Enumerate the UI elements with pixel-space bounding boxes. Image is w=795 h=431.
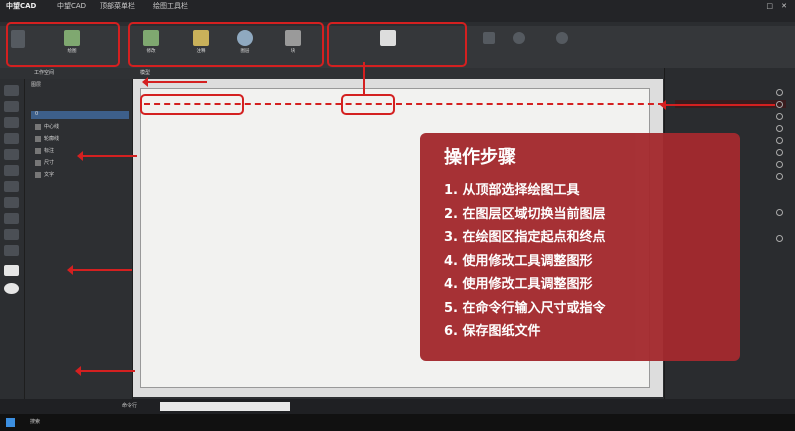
tool-copy[interactable]: [4, 283, 19, 294]
layer-item[interactable]: 中心线: [35, 123, 59, 130]
tool-hatch[interactable]: [4, 165, 19, 176]
steps-list: 1. 从顶部选择绘图工具 2. 在图层区域切换当前图层 3. 在绘图区指定起点和…: [444, 179, 606, 344]
toggle-icon[interactable]: [776, 113, 783, 120]
step-item: 2. 在图层区域切换当前图层: [444, 206, 606, 222]
layer-icon: [35, 159, 41, 166]
toggle-icon[interactable]: [776, 101, 783, 108]
toggle-icon[interactable]: [776, 149, 783, 156]
layer-panel: 图层 0 中心线 轮廓线 标注 尺寸 文字: [25, 79, 133, 399]
tool-circle[interactable]: [4, 117, 19, 128]
title-bar: 中望CAD 中望CAD 顶部菜单栏 绘图工具栏 ✕ □: [0, 0, 795, 13]
layer-item[interactable]: 文字: [35, 171, 54, 178]
step-item: 4. 使用修改工具调整图形: [444, 277, 593, 292]
tool-rectangle[interactable]: [4, 149, 19, 160]
maximize-icon[interactable]: □: [766, 0, 773, 13]
steps-panel: 操作步骤 1. 从顶部选择绘图工具 2. 在图层区域切换当前图层 3. 在绘图区…: [420, 133, 740, 361]
tool-arc[interactable]: [4, 133, 19, 144]
left-toolbar: [0, 79, 25, 399]
layer-icon: [35, 123, 41, 130]
toggle-icon[interactable]: [776, 235, 783, 242]
app-tab-2[interactable]: 顶部菜单栏: [100, 0, 135, 13]
arrow-left-top: [77, 151, 137, 161]
property-row[interactable]: [675, 112, 786, 120]
layer-icon: [35, 171, 41, 178]
settings-button[interactable]: [512, 32, 526, 46]
app-tab-3[interactable]: 绘图工具栏: [153, 0, 188, 13]
app-logo: 中望CAD: [6, 2, 37, 10]
toggle-icon[interactable]: [776, 209, 783, 216]
taskbar: 搜索: [0, 414, 795, 431]
printer-icon: [483, 32, 495, 44]
command-input[interactable]: [160, 402, 290, 411]
guide-dashed-line: [144, 103, 664, 105]
highlight-box-draw-tools: [128, 22, 324, 67]
tool-erase[interactable]: [4, 245, 19, 256]
start-icon[interactable]: [6, 418, 15, 427]
toggle-icon[interactable]: [776, 173, 783, 180]
app-tab-1[interactable]: 中望CAD: [57, 0, 86, 13]
close-icon[interactable]: ✕: [781, 0, 787, 13]
layer-icon: [35, 135, 41, 142]
layer-item[interactable]: 轮廓线: [35, 135, 59, 142]
menu-bar: [0, 13, 795, 22]
step-item: 5. 在命令行输入尺寸或指令: [444, 300, 606, 316]
toggle-icon[interactable]: [776, 137, 783, 144]
layer-item[interactable]: 尺寸: [35, 159, 54, 166]
arrow-right-panel: [660, 100, 775, 110]
command-label: 命令行: [122, 403, 138, 409]
tool-polyline[interactable]: [4, 101, 19, 112]
layer-item[interactable]: 0: [31, 111, 129, 119]
highlight-box-new: [6, 22, 120, 67]
tool-insert[interactable]: [4, 229, 19, 240]
arrow-left-mid: [67, 265, 132, 275]
steps-title: 操作步骤: [444, 147, 516, 168]
help-button[interactable]: [555, 32, 569, 46]
toggle-icon[interactable]: [776, 125, 783, 132]
tool-move[interactable]: [4, 265, 19, 276]
step-item: 3. 在绘图区指定起点和终点: [444, 230, 606, 245]
gear-icon: [513, 32, 525, 44]
highlight-box-modify: [327, 22, 467, 67]
connector-line: [363, 62, 365, 94]
step-item: 6. 保存图纸文件: [444, 324, 541, 339]
tool-block[interactable]: [4, 213, 19, 224]
taskbar-search[interactable]: 搜索: [30, 414, 40, 431]
toggle-icon[interactable]: [776, 161, 783, 168]
property-row[interactable]: [675, 124, 786, 132]
print-button[interactable]: [482, 32, 496, 46]
step-item: 1. 从顶部选择绘图工具: [444, 183, 580, 198]
toggle-icon[interactable]: [776, 89, 783, 96]
step-item: 4. 使用修改工具调整图形: [444, 253, 593, 269]
status-bar: 命令行: [0, 399, 795, 414]
doc-tab-workspace[interactable]: 工作空间: [34, 68, 54, 79]
arrow-canvas-start: [142, 77, 207, 87]
property-row[interactable]: [675, 88, 786, 96]
layer-panel-title: 图层: [31, 82, 42, 88]
help-icon: [556, 32, 568, 44]
tool-text[interactable]: [4, 181, 19, 192]
layer-icon: [35, 147, 41, 154]
tool-dimension[interactable]: [4, 197, 19, 208]
layer-item[interactable]: 标注: [35, 147, 54, 154]
tool-line[interactable]: [4, 85, 19, 96]
arrow-left-bottom: [75, 366, 135, 376]
